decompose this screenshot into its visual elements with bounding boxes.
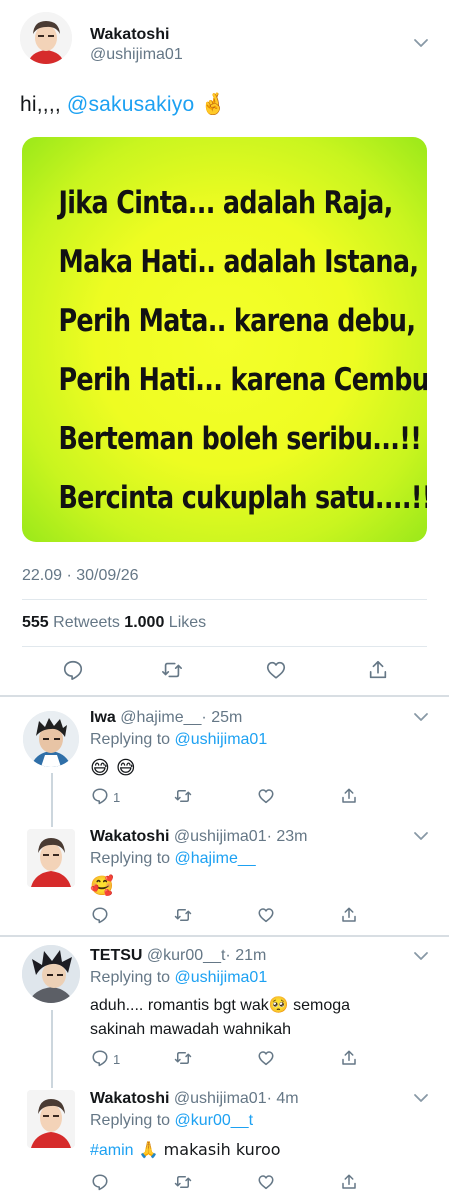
- reply-header: Iwa @hajime__· 25m: [90, 709, 242, 727]
- reply-author-name[interactable]: TETSU: [90, 947, 142, 964]
- reply-author-handle[interactable]: @ushijima01: [174, 828, 267, 845]
- image-line: Bercinta cukuplah satu....!!: [58, 480, 427, 516]
- replying-to-label: Replying to: [90, 731, 175, 748]
- tweet-image[interactable]: Jika Cinta... adalah Raja, Maka Hati.. a…: [22, 137, 427, 542]
- share-icon[interactable]: [340, 906, 358, 924]
- reply-text: 🥰: [90, 875, 114, 897]
- image-line: Perih Mata.. karena debu,: [58, 303, 416, 339]
- author-handle[interactable]: @ushijima01: [90, 46, 183, 64]
- heart-icon[interactable]: [257, 787, 275, 805]
- chevron-down-icon[interactable]: [413, 951, 429, 961]
- reply-count: 1: [113, 1052, 121, 1067]
- avatar-tetsu[interactable]: [22, 945, 80, 1003]
- chevron-down-icon[interactable]: [413, 831, 429, 841]
- avatar-wakatoshi[interactable]: [27, 1090, 75, 1148]
- replying-to-link[interactable]: @hajime__: [175, 850, 256, 867]
- reply-icon[interactable]: [91, 906, 109, 924]
- reply-icon[interactable]: [91, 1049, 109, 1067]
- retweet-icon[interactable]: [174, 787, 192, 805]
- replying-to-link[interactable]: @ushijima01: [175, 731, 268, 748]
- image-line: Perih Hati... karena Cemburu,: [58, 362, 427, 398]
- chevron-down-icon[interactable]: [413, 712, 429, 722]
- image-line: Berteman boleh seribu...!!: [58, 421, 422, 457]
- replying-to-label: Replying to: [90, 1112, 175, 1129]
- reply-text: #amin 🙏 makasih kuroo: [90, 1138, 281, 1163]
- retweet-icon[interactable]: [174, 1173, 192, 1191]
- thread-line: [51, 1010, 53, 1088]
- replying-to-link[interactable]: @kur00__t: [175, 1112, 254, 1129]
- section-divider: [0, 935, 449, 937]
- reply-time[interactable]: · 23m: [267, 828, 308, 845]
- author-name[interactable]: Wakatoshi: [90, 26, 169, 44]
- replying-to: Replying to @hajime__: [90, 850, 256, 868]
- image-text: Jika Cinta... adalah Raja, Maka Hati.. a…: [22, 174, 427, 528]
- replying-to-label: Replying to: [90, 969, 175, 986]
- reply-time[interactable]: · 4m: [267, 1090, 299, 1107]
- reply-text-line: sakinah mawadah wahnikah: [90, 1021, 292, 1038]
- share-icon[interactable]: [340, 1173, 358, 1191]
- heart-icon[interactable]: [257, 1173, 275, 1191]
- avatar-iwa[interactable]: [23, 711, 79, 767]
- image-line: Jika Cinta... adalah Raja,: [58, 185, 393, 221]
- replying-to: Replying to @ushijima01: [90, 969, 267, 987]
- share-icon[interactable]: [340, 787, 358, 805]
- replying-to: Replying to @kur00__t: [90, 1112, 253, 1130]
- likes-label[interactable]: Likes: [164, 614, 206, 631]
- likes-count[interactable]: 1.000: [124, 614, 164, 631]
- hashtag-link[interactable]: #amin: [90, 1142, 134, 1159]
- reply-text: 😅 😅: [90, 757, 136, 779]
- retweets-count[interactable]: 555: [22, 614, 49, 631]
- reply-author-name[interactable]: Wakatoshi: [90, 828, 169, 845]
- thread-line: [51, 773, 53, 827]
- divider: [22, 646, 427, 647]
- tweet-text: hi,,,, @sakusakiyo 🤞: [20, 92, 227, 117]
- replying-to-link[interactable]: @ushijima01: [175, 969, 268, 986]
- reply-header: Wakatoshi @ushijima01· 4m: [90, 1090, 299, 1108]
- mention-link[interactable]: @sakusakiyo: [67, 93, 194, 116]
- tweet-timestamp[interactable]: 22.09 · 30/09/26: [22, 567, 139, 585]
- reply-author-name[interactable]: Wakatoshi: [90, 1090, 169, 1107]
- reply-author-handle[interactable]: @hajime__: [120, 709, 201, 726]
- chevron-down-icon[interactable]: [413, 1093, 429, 1103]
- retweet-icon[interactable]: [161, 659, 183, 681]
- replying-to-label: Replying to: [90, 850, 175, 867]
- avatar-wakatoshi[interactable]: [20, 12, 72, 64]
- chevron-down-icon[interactable]: [413, 38, 429, 48]
- reply-icon[interactable]: [91, 1173, 109, 1191]
- avatar-wakatoshi[interactable]: [27, 829, 75, 887]
- reply-time[interactable]: · 21m: [225, 947, 266, 964]
- share-icon[interactable]: [367, 659, 389, 681]
- tweet-text-prefix: hi,,,,: [20, 93, 67, 116]
- retweet-icon[interactable]: [174, 1049, 192, 1067]
- reply-author-name[interactable]: Iwa: [90, 709, 116, 726]
- reply-header: TETSU @kur00__t· 21m: [90, 947, 266, 965]
- section-divider: [0, 695, 449, 697]
- reply-time[interactable]: · 25m: [201, 709, 242, 726]
- retweets-label[interactable]: Retweets: [49, 614, 125, 631]
- reply-header: Wakatoshi @ushijima01· 23m: [90, 828, 308, 846]
- reply-text: aduh.... romantis bgt wak🥺 semoga sakina…: [90, 994, 350, 1042]
- reply-count: 1: [113, 790, 121, 805]
- reply-icon[interactable]: [62, 659, 84, 681]
- divider: [22, 599, 427, 600]
- image-line: Maka Hati.. adalah Istana,: [58, 244, 419, 280]
- reply-text-line: aduh.... romantis bgt wak🥺 semoga: [90, 997, 351, 1014]
- retweet-icon[interactable]: [174, 906, 192, 924]
- reply-author-handle[interactable]: @kur00__t: [147, 947, 226, 964]
- replying-to: Replying to @ushijima01: [90, 731, 267, 749]
- heart-icon[interactable]: [265, 659, 287, 681]
- share-icon[interactable]: [340, 1049, 358, 1067]
- reply-author-handle[interactable]: @ushijima01: [174, 1090, 267, 1107]
- heart-icon[interactable]: [257, 906, 275, 924]
- heart-icon[interactable]: [257, 1049, 275, 1067]
- tweet-stats: 555 Retweets 1.000 Likes: [22, 614, 206, 632]
- reply-text-body: 🙏 makasih kuroo: [133, 1140, 281, 1159]
- reply-icon[interactable]: [91, 787, 109, 805]
- crossed-fingers-emoji: 🤞: [200, 92, 227, 116]
